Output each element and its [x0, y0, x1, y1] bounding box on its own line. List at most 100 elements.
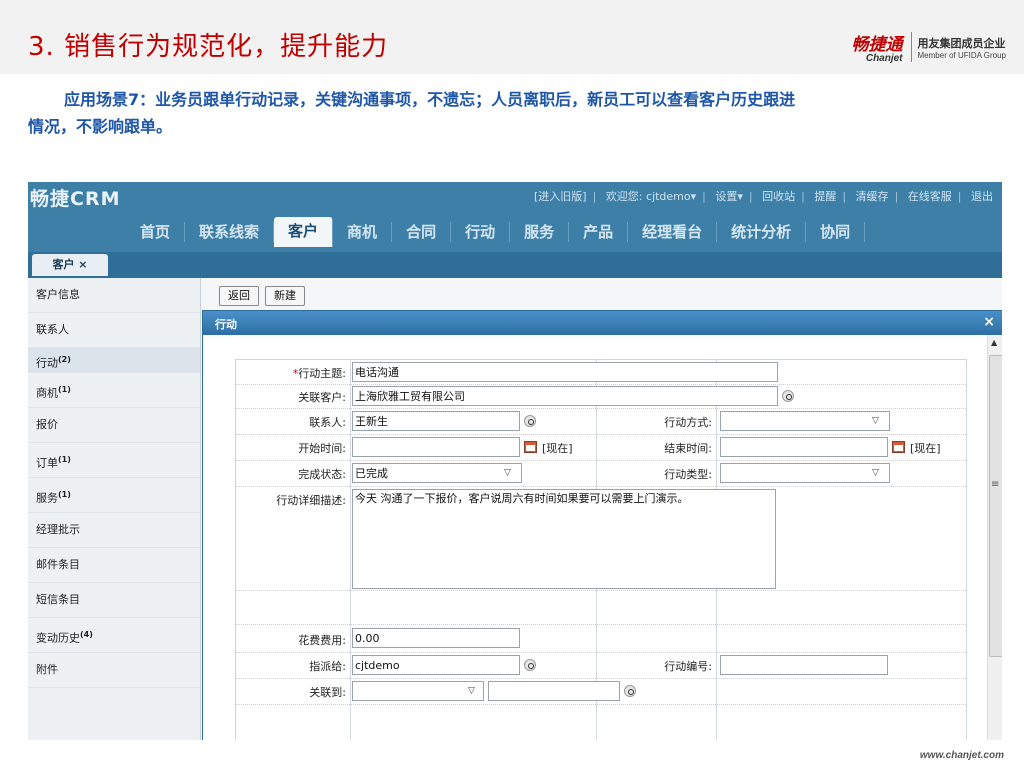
link-type-select[interactable]: [352, 681, 484, 701]
link-clear-cache[interactable]: 清缓存: [856, 190, 889, 203]
brand-divider: [910, 32, 912, 62]
status-select[interactable]: 已完成: [352, 463, 522, 483]
dialog-title-bar[interactable]: 行动 ×: [203, 311, 1002, 335]
end-label: 结束时间:: [664, 442, 712, 455]
chevron-down-icon[interactable]: ▽: [468, 686, 475, 696]
main-nav: 首页 联系线索 客户 商机 合同 行动 服务 产品 经理看台 统计分析 协同: [126, 217, 866, 247]
nav-home[interactable]: 首页: [126, 222, 186, 242]
brand-cn: 畅捷通: [851, 35, 903, 55]
count-badge: (1): [58, 490, 71, 499]
sidebar-item-label: 客户信息: [36, 288, 80, 301]
dialog-scrollbar[interactable]: ▲ ≡: [987, 335, 1002, 740]
tab-strip: 客户 ×: [28, 252, 1002, 278]
nav-customers[interactable]: 客户: [274, 217, 334, 247]
status-label: 完成状态:: [298, 468, 346, 481]
brand-member: 用友集团成员企业 Member of UFIDA Group: [918, 35, 1006, 60]
sidebar-item-manager-notes[interactable]: 经理批示: [28, 513, 200, 548]
search-icon[interactable]: [524, 415, 536, 427]
nav-leads[interactable]: 联系线索: [185, 222, 275, 242]
type-select[interactable]: [720, 463, 890, 483]
contact-label: 联系人:: [309, 416, 346, 429]
link-target-input[interactable]: [488, 681, 620, 701]
nav-manager-board[interactable]: 经理看台: [628, 222, 718, 242]
sidebar-item-customer-info[interactable]: 客户信息: [28, 278, 200, 313]
subject-input[interactable]: 电话沟通: [352, 362, 778, 382]
sidebar-item-label: 服务: [36, 491, 58, 505]
count-badge: (2): [58, 355, 71, 364]
code-input[interactable]: [720, 655, 888, 675]
cost-input[interactable]: 0.00: [352, 628, 520, 648]
chevron-down-icon[interactable]: ▽: [872, 416, 879, 426]
detail-label: 行动详细描述:: [276, 494, 346, 507]
sidebar-item-quotes[interactable]: 报价: [28, 408, 200, 443]
sidebar-item-opportunities[interactable]: 商机(1): [28, 373, 200, 408]
sidebar-item-history[interactable]: 变动历史(4): [28, 618, 200, 653]
brand-logo: 畅捷通 Chanjet: [852, 30, 903, 64]
link-old-version[interactable]: [进入旧版]: [534, 190, 587, 203]
nav-contracts[interactable]: 合同: [392, 222, 452, 242]
customer-input[interactable]: 上海欣雅工贸有限公司: [352, 386, 778, 406]
link-reminders[interactable]: 提醒: [814, 190, 836, 203]
calendar-icon[interactable]: [524, 441, 537, 453]
sidebar-item-emails[interactable]: 邮件条目: [28, 548, 200, 583]
link-online-support[interactable]: 在线客服: [908, 190, 952, 203]
detail-textarea[interactable]: 今天 沟通了一下报价，客户说周六有时间如果要可以需要上门演示。: [352, 489, 776, 589]
action-dialog: 行动 × ▲ ≡ *行动主题: 电话沟通 关联客户: 上海欣雅工贸有限公司 联系…: [202, 310, 1002, 740]
intro-line-1: 应用场景7：业务员跟单行动记录，关键沟通事项，不遗忘；人员离职后，新员工可以查看…: [64, 90, 796, 109]
end-now-link[interactable]: [现在]: [910, 440, 941, 456]
sidebar-item-orders[interactable]: 订单(1): [28, 443, 200, 478]
sidebar: 客户信息 联系人 行动(2) 商机(1) 报价 订单(1) 服务(1) 经理批示…: [28, 278, 201, 740]
link-logout[interactable]: 退出: [971, 190, 993, 203]
search-icon[interactable]: [524, 659, 536, 671]
start-time-input[interactable]: [352, 437, 520, 457]
method-label: 行动方式:: [664, 416, 712, 429]
action-form: *行动主题: 电话沟通 关联客户: 上海欣雅工贸有限公司 联系人: 王新生 行动…: [235, 359, 967, 740]
chevron-down-icon[interactable]: ▽: [872, 468, 879, 478]
link-label: 关联到:: [309, 686, 346, 699]
start-now-link[interactable]: [现在]: [542, 440, 573, 456]
sidebar-item-attachments[interactable]: 附件: [28, 653, 200, 688]
form-row: [236, 590, 966, 625]
subject-label: *行动主题:: [292, 367, 346, 380]
nav-opportunities[interactable]: 商机: [333, 222, 393, 242]
dialog-title: 行动: [215, 318, 237, 331]
back-button[interactable]: 返回: [219, 286, 259, 306]
contact-input[interactable]: 王新生: [352, 411, 520, 431]
count-badge: (1): [58, 385, 71, 394]
search-icon[interactable]: [782, 390, 794, 402]
intro-line-2: 情况，不影响跟单。: [28, 117, 173, 136]
link-welcome-user[interactable]: 欢迎您: cjtdemo▾: [606, 190, 696, 203]
sidebar-item-label: 报价: [36, 418, 58, 431]
new-button[interactable]: 新建: [265, 286, 305, 306]
tab-customers[interactable]: 客户 ×: [32, 254, 108, 276]
crm-screenshot: 畅捷CRM [进入旧版] | 欢迎您: cjtdemo▾ | 设置▾ | 回收站 | 提…: [28, 182, 1002, 740]
scroll-up-arrow-icon[interactable]: ▲: [991, 338, 997, 347]
assign-label: 指派给:: [309, 660, 346, 673]
end-time-input[interactable]: [720, 437, 888, 457]
method-select[interactable]: [720, 411, 890, 431]
assign-input[interactable]: cjtdemo: [352, 655, 520, 675]
sidebar-item-contacts[interactable]: 联系人: [28, 313, 200, 348]
chevron-down-icon[interactable]: ▽: [504, 468, 511, 478]
link-settings[interactable]: 设置▾: [715, 190, 743, 203]
footer-url: www.chanjet.com: [919, 750, 1004, 761]
link-recycle-bin[interactable]: 回收站: [762, 190, 795, 203]
nav-products[interactable]: 产品: [569, 222, 629, 242]
calendar-icon[interactable]: [892, 441, 905, 453]
scroll-thumb[interactable]: [989, 355, 1002, 657]
search-icon[interactable]: [624, 685, 636, 697]
nav-service[interactable]: 服务: [510, 222, 570, 242]
sidebar-item-actions[interactable]: 行动(2): [28, 348, 200, 373]
cost-label: 花费费用:: [298, 634, 346, 647]
top-links: [进入旧版] | 欢迎您: cjtdemo▾ | 设置▾ | 回收站 | 提醒 | 清缓存…: [534, 190, 993, 203]
sidebar-item-sms[interactable]: 短信条目: [28, 583, 200, 618]
slide-title: 3. 销售行为规范化，提升能力: [28, 32, 389, 62]
sidebar-item-label: 邮件条目: [36, 558, 80, 571]
intro-text: 应用场景7：业务员跟单行动记录，关键沟通事项，不遗忘；人员离职后，新员工可以查看…: [28, 86, 998, 140]
nav-actions[interactable]: 行动: [451, 222, 511, 242]
count-badge: (1): [58, 455, 71, 464]
close-icon[interactable]: ×: [983, 314, 995, 330]
nav-collaboration[interactable]: 协同: [806, 222, 866, 242]
nav-statistics[interactable]: 统计分析: [717, 222, 807, 242]
sidebar-item-service[interactable]: 服务(1): [28, 478, 200, 513]
